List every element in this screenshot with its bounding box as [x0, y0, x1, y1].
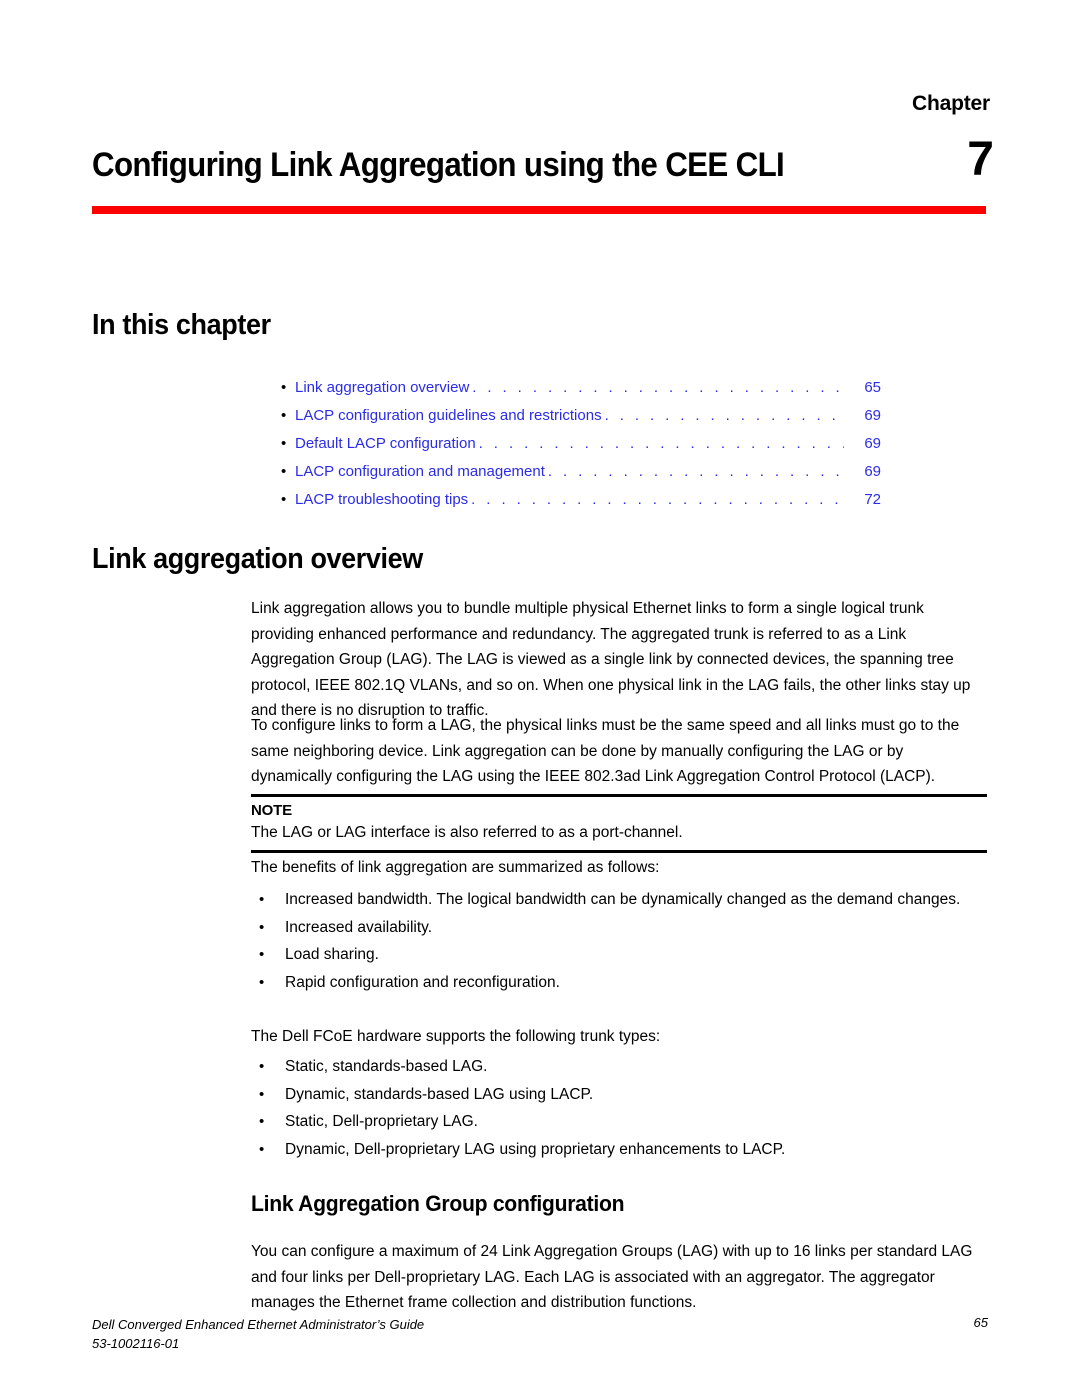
- table-of-contents: • Link aggregation overview . . . . . . …: [281, 374, 881, 514]
- toc-entry-lacp-configuration-and-management[interactable]: • LACP configuration and management . . …: [281, 458, 881, 486]
- toc-leader-dots: . . . . . . . . . . . . . . . . . . . . …: [478, 435, 844, 452]
- list-item-text: Dynamic, Dell-proprietary LAG using prop…: [285, 1140, 786, 1158]
- list-item: • Dynamic, Dell-proprietary LAG using pr…: [251, 1137, 987, 1163]
- toc-entry-link-aggregation-overview[interactable]: • Link aggregation overview . . . . . . …: [281, 374, 881, 402]
- bullet-icon: •: [281, 463, 287, 480]
- toc-entry-lacp-configuration-guidelines-and-restrictions[interactable]: • LACP configuration guidelines and rest…: [281, 402, 881, 430]
- toc-leader-dots: . . . . . . . . . . . . . . . . . . . . …: [547, 463, 844, 480]
- toc-leader-dots: . . . . . . . . . . . . . . . . . . . . …: [604, 407, 844, 424]
- list-item: • Load sharing.: [251, 942, 987, 968]
- bullet-icon: •: [281, 407, 287, 424]
- list-item-text: Dynamic, standards-based LAG using LACP.: [285, 1085, 594, 1103]
- in-this-chapter-heading: In this chapter: [92, 309, 271, 341]
- footer-left: Dell Converged Enhanced Ethernet Adminis…: [92, 1315, 424, 1353]
- footer-page-number: 65: [973, 1315, 988, 1330]
- toc-entry-page: 65: [864, 379, 881, 396]
- toc-entry-page: 69: [864, 435, 881, 452]
- bullet-icon: •: [281, 379, 287, 396]
- list-item-text: Rapid configuration and reconfiguration.: [285, 973, 560, 991]
- note-box: NOTE The LAG or LAG interface is also re…: [251, 794, 987, 853]
- benefits-list: • Increased bandwidth. The logical bandw…: [251, 887, 987, 997]
- bullet-icon: •: [281, 491, 287, 508]
- overview-paragraph-1: Link aggregation allows you to bundle mu…: [251, 600, 971, 719]
- toc-entry-lacp-troubleshooting-tips[interactable]: • LACP troubleshooting tips . . . . . . …: [281, 486, 881, 514]
- trunk-types-list: • Static, standards-based LAG. • Dynamic…: [251, 1054, 987, 1164]
- lag-configuration-paragraph-1: You can configure a maximum of 24 Link A…: [251, 1243, 973, 1311]
- toc-entry-label: LACP configuration and management: [295, 463, 545, 480]
- toc-entry-page: 72: [864, 491, 881, 508]
- list-item: • Increased availability.: [251, 915, 987, 941]
- overview-paragraph-2: To configure links to form a LAG, the ph…: [251, 717, 960, 785]
- benefits-intro: The benefits of link aggregation are sum…: [251, 859, 660, 876]
- list-item: • Static, standards-based LAG.: [251, 1054, 987, 1080]
- list-item-text: Increased availability.: [285, 918, 433, 936]
- bullet-icon: •: [259, 918, 265, 936]
- list-item: • Increased bandwidth. The logical bandw…: [251, 887, 987, 913]
- toc-leader-dots: . . . . . . . . . . . . . . . . . . . . …: [472, 379, 844, 396]
- bullet-icon: •: [259, 1085, 265, 1103]
- toc-leader-dots: . . . . . . . . . . . . . . . . . . . . …: [471, 491, 844, 508]
- chapter-number: 7: [967, 133, 994, 186]
- list-item-text: Increased bandwidth. The logical bandwid…: [285, 891, 961, 908]
- note-text: The LAG or LAG interface is also referre…: [251, 824, 683, 841]
- toc-entry-label: Link aggregation overview: [295, 379, 470, 396]
- list-item: • Rapid configuration and reconfiguratio…: [251, 970, 987, 996]
- toc-entry-default-lacp-configuration[interactable]: • Default LACP configuration . . . . . .…: [281, 430, 881, 458]
- bullet-icon: •: [259, 946, 265, 963]
- bullet-icon: •: [281, 435, 287, 452]
- document-page: Chapter 7 Configuring Link Aggregation u…: [0, 0, 1080, 1397]
- list-item-text: Static, standards-based LAG.: [285, 1058, 488, 1075]
- list-item-text: Load sharing.: [285, 946, 379, 963]
- bullet-icon: •: [259, 1140, 265, 1158]
- toc-entry-page: 69: [864, 407, 881, 424]
- bullet-icon: •: [259, 973, 265, 991]
- note-title: NOTE: [251, 802, 292, 819]
- chapter-label: Chapter: [912, 92, 990, 115]
- toc-entry-label: Default LACP configuration: [295, 435, 476, 452]
- toc-entry-label: LACP troubleshooting tips: [295, 491, 469, 508]
- bullet-icon: •: [259, 891, 265, 908]
- section-heading-link-aggregation-overview: Link aggregation overview: [92, 543, 423, 575]
- toc-entry-page: 69: [864, 463, 881, 480]
- title-divider-rule: [92, 206, 986, 214]
- list-item-text: Static, Dell-proprietary LAG.: [285, 1113, 478, 1130]
- subsection-heading-lag-configuration: Link Aggregation Group configuration: [251, 1191, 625, 1216]
- toc-entry-label: LACP configuration guidelines and restri…: [295, 407, 602, 424]
- trunk-types-intro: The Dell FCoE hardware supports the foll…: [251, 1028, 661, 1045]
- page-title: Configuring Link Aggregation using the C…: [92, 146, 785, 184]
- list-item: • Static, Dell-proprietary LAG.: [251, 1109, 987, 1135]
- list-item: • Dynamic, standards-based LAG using LAC…: [251, 1082, 987, 1108]
- footer-document-number: 53-1002116-01: [92, 1336, 180, 1351]
- bullet-icon: •: [259, 1113, 265, 1130]
- bullet-icon: •: [259, 1058, 265, 1075]
- footer-guide-title: Dell Converged Enhanced Ethernet Adminis…: [92, 1317, 425, 1332]
